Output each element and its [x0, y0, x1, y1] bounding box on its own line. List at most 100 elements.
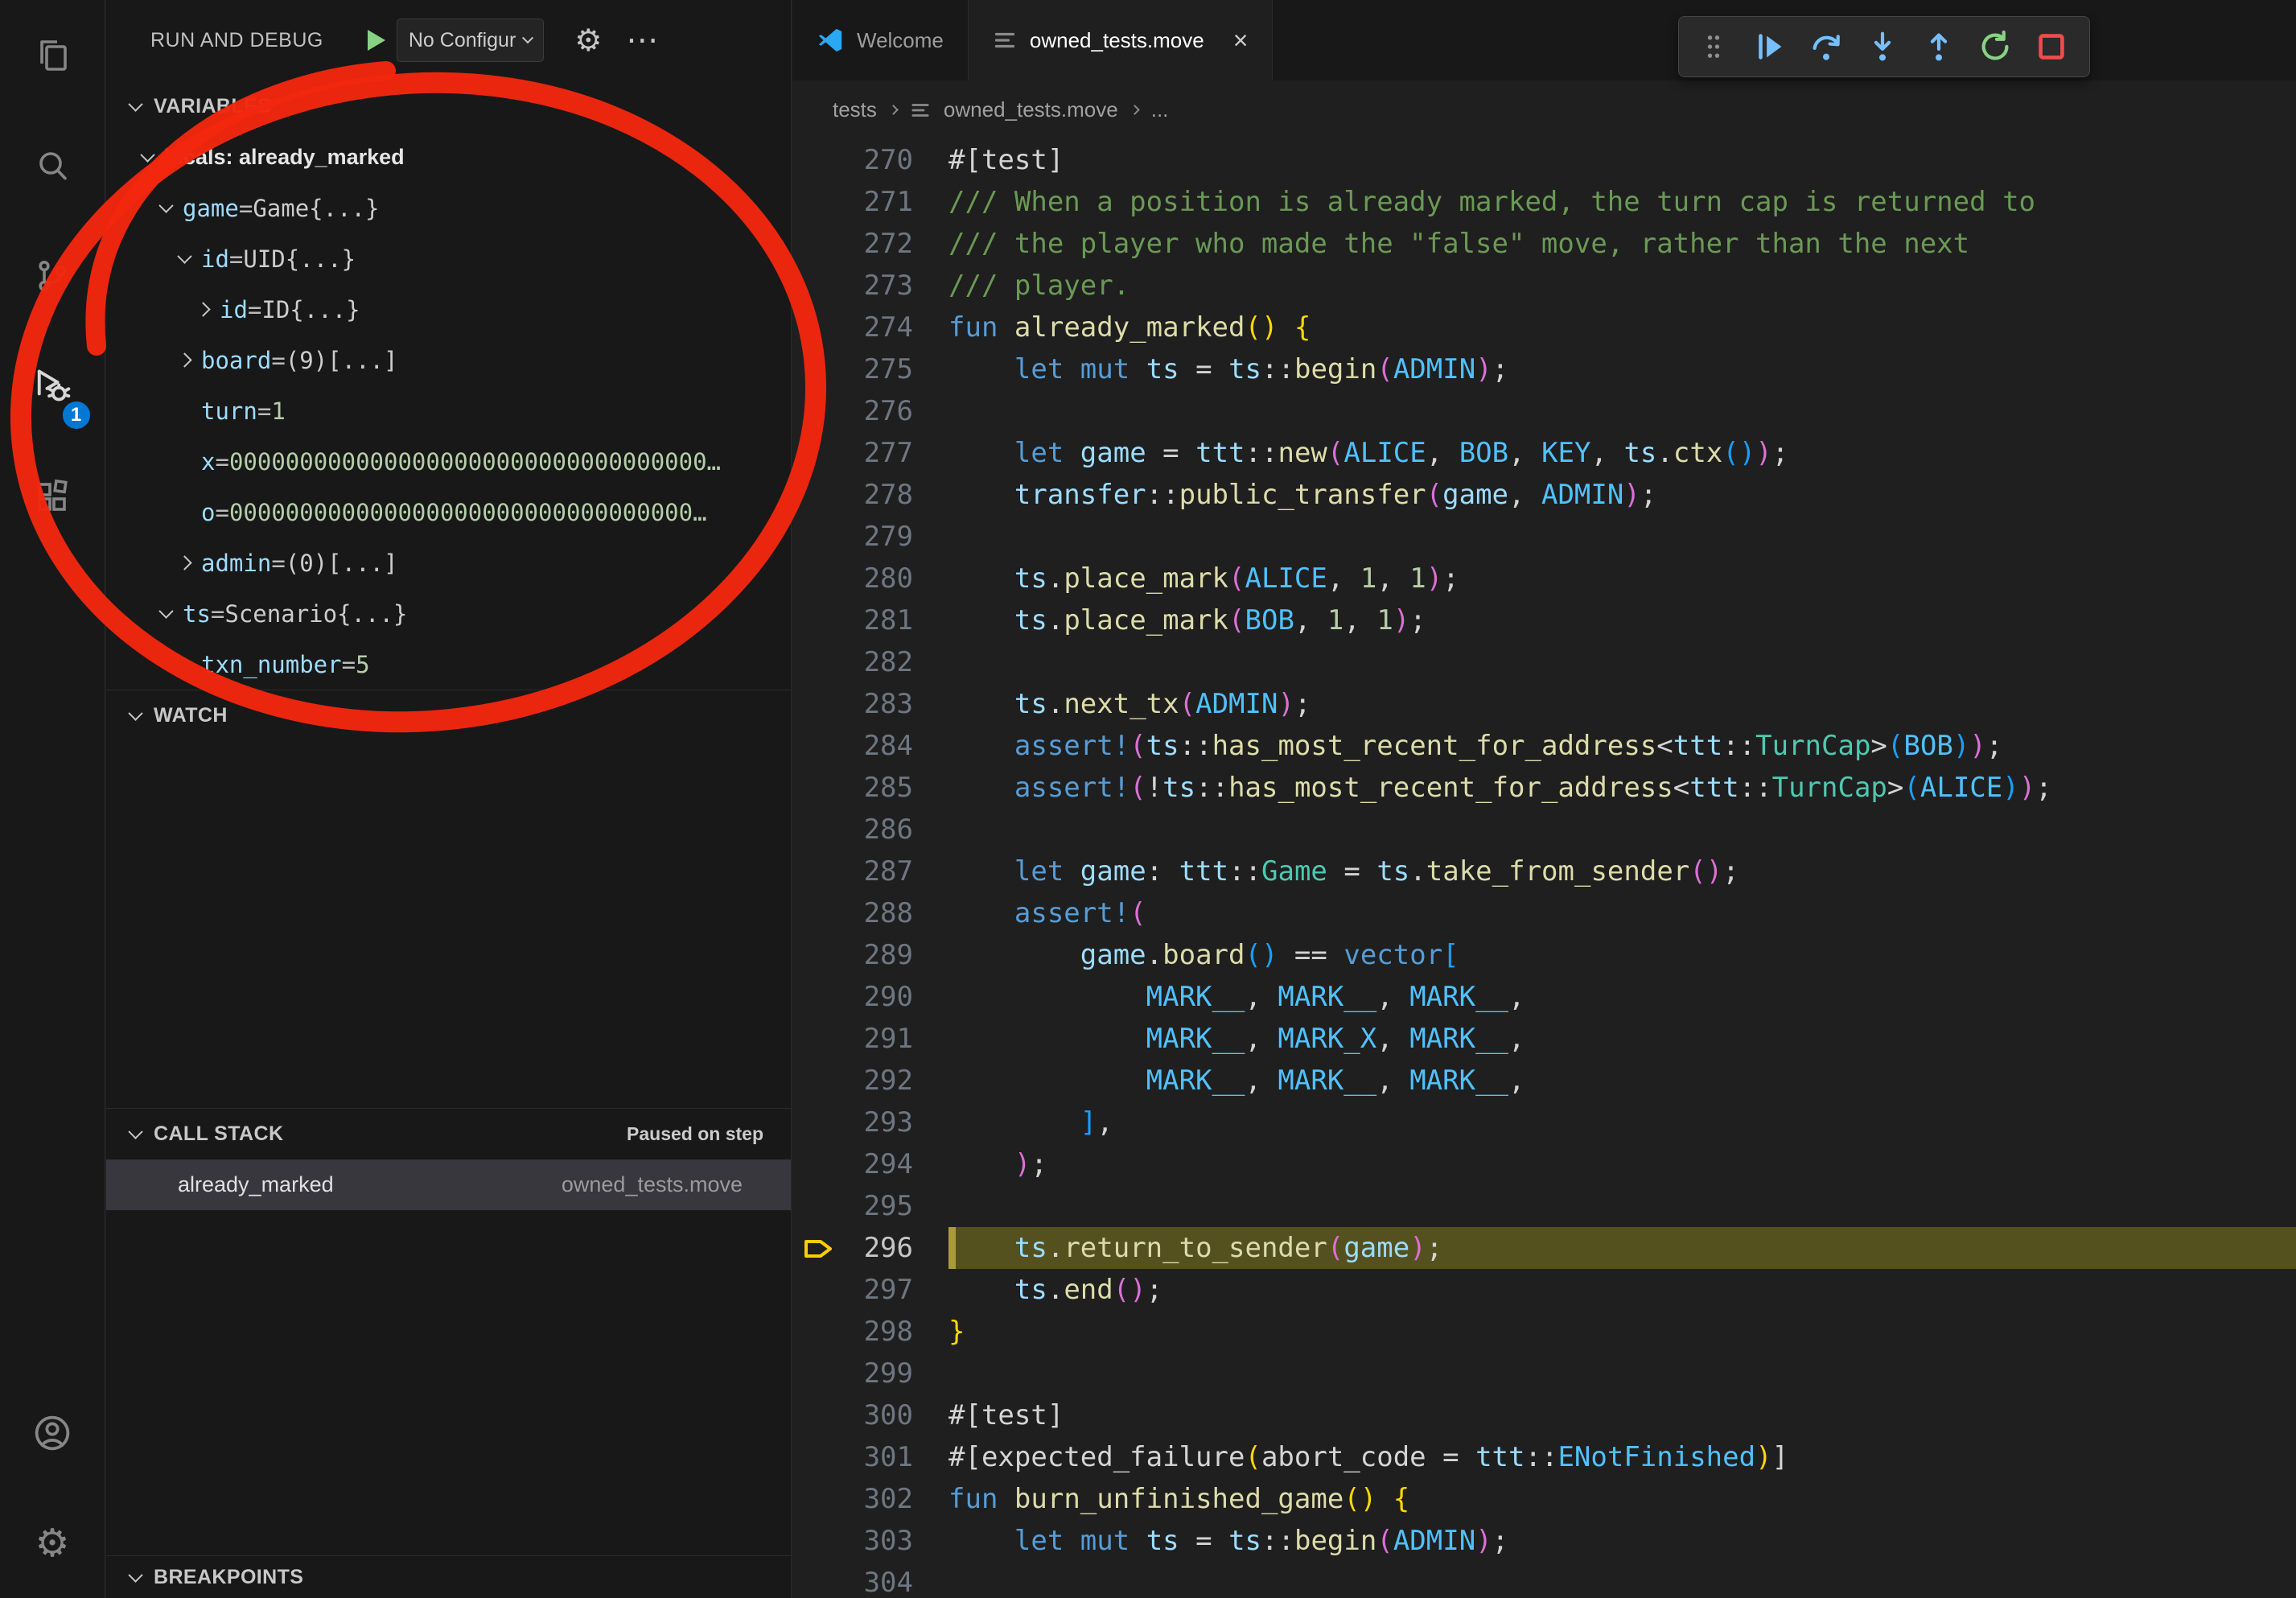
line-number[interactable]: 295 [792, 1185, 913, 1227]
code-line[interactable]: 288 assert!( [792, 892, 2296, 934]
code-line[interactable]: 300#[test] [792, 1394, 2296, 1436]
line-number[interactable]: 279 [792, 516, 913, 558]
variable-row[interactable]: txn_number = 5 [106, 639, 791, 690]
call-stack-frame[interactable]: already_marked owned_tests.move [106, 1159, 791, 1210]
chevron-down-icon[interactable] [140, 147, 154, 162]
chevron-down-icon[interactable] [158, 603, 173, 618]
line-number[interactable]: 273 [792, 265, 913, 307]
line-number[interactable]: 290 [792, 976, 913, 1018]
variable-row[interactable]: turn = 1 [106, 385, 791, 436]
breadcrumb-file[interactable]: owned_tests.move [944, 97, 1118, 122]
code-line[interactable]: 278 transfer::public_transfer(game, ADMI… [792, 474, 2296, 516]
close-icon[interactable]: × [1233, 27, 1249, 53]
variable-row[interactable]: admin = (0)[...] [106, 537, 791, 588]
code-line[interactable]: 294 ); [792, 1143, 2296, 1185]
line-number[interactable]: 272 [792, 223, 913, 265]
line-number[interactable]: 304 [792, 1562, 913, 1598]
line-number[interactable]: 287 [792, 850, 913, 892]
code-line[interactable]: 297 ts.end(); [792, 1269, 2296, 1311]
line-number[interactable]: 286 [792, 809, 913, 850]
code-line[interactable]: 283 ts.next_tx(ADMIN); [792, 683, 2296, 725]
chevron-right-icon[interactable] [195, 302, 210, 316]
line-number[interactable]: 271 [792, 181, 913, 223]
line-number[interactable]: 284 [792, 725, 913, 767]
line-number[interactable]: 302 [792, 1478, 913, 1520]
tab-owned-tests-move[interactable]: owned_tests.move × [969, 0, 1273, 80]
code-line[interactable]: 284 assert!(ts::has_most_recent_for_addr… [792, 725, 2296, 767]
code-line[interactable]: 299 [792, 1353, 2296, 1394]
tab-welcome[interactable]: Welcome [792, 0, 969, 80]
code-line[interactable]: 277 let game = ttt::new(ALICE, BOB, KEY,… [792, 432, 2296, 474]
code-line[interactable]: 302fun burn_unfinished_game() { [792, 1478, 2296, 1520]
line-number[interactable]: 281 [792, 599, 913, 641]
line-number[interactable]: 300 [792, 1394, 913, 1436]
more-actions-icon[interactable]: ⋯ [626, 32, 658, 48]
explorer-icon[interactable] [0, 0, 105, 110]
variable-row[interactable]: o = 000000000000000000000000000000000… [106, 487, 791, 537]
chevron-down-icon[interactable] [158, 198, 173, 212]
code-line[interactable]: 276 [792, 390, 2296, 432]
chevron-right-icon[interactable] [177, 352, 191, 367]
stop-button[interactable] [2023, 17, 2080, 76]
line-number[interactable]: 303 [792, 1520, 913, 1562]
code-line[interactable]: 286 [792, 809, 2296, 850]
code-line[interactable]: 290 MARK__, MARK__, MARK__, [792, 976, 2296, 1018]
line-number[interactable]: 297 [792, 1269, 913, 1311]
settings-gear-icon[interactable]: ⚙ [0, 1488, 105, 1598]
breadcrumb-more[interactable]: ... [1151, 97, 1169, 122]
line-number[interactable]: 292 [792, 1060, 913, 1102]
line-number[interactable]: 282 [792, 641, 913, 683]
code-line[interactable]: 298} [792, 1311, 2296, 1353]
breadcrumb-folder[interactable]: tests [833, 97, 877, 122]
drag-handle-icon[interactable] [1685, 17, 1742, 76]
breakpoints-section-header[interactable]: BREAKPOINTS [106, 1555, 791, 1598]
code-line[interactable]: 279 [792, 516, 2296, 558]
code-line[interactable]: 274fun already_marked() { [792, 307, 2296, 348]
chevron-down-icon[interactable] [177, 249, 191, 263]
line-number[interactable]: 280 [792, 558, 913, 599]
line-number[interactable]: 276 [792, 390, 913, 432]
line-number[interactable]: 277 [792, 432, 913, 474]
run-and-debug-icon[interactable]: 1 [0, 331, 105, 441]
code-line[interactable]: 295 [792, 1185, 2296, 1227]
code-line[interactable]: 296 ts.return_to_sender(game); [792, 1227, 2296, 1269]
variables-section-header[interactable]: VARIABLES [106, 80, 791, 132]
code-line[interactable]: 270#[test] [792, 139, 2296, 181]
code-line[interactable]: 275 let mut ts = ts::begin(ADMIN); [792, 348, 2296, 390]
line-number[interactable]: 275 [792, 348, 913, 390]
line-number[interactable]: 285 [792, 767, 913, 809]
line-number[interactable]: 270 [792, 139, 913, 181]
start-debugging-icon[interactable] [368, 30, 385, 51]
line-number[interactable]: 283 [792, 683, 913, 725]
gear-icon[interactable]: ⚙ [574, 25, 602, 56]
search-icon[interactable] [0, 110, 105, 220]
code-line[interactable]: 304 [792, 1562, 2296, 1598]
code-line[interactable]: 301#[expected_failure(abort_code = ttt::… [792, 1436, 2296, 1478]
code-editor[interactable]: 270#[test]271/// When a position is alre… [792, 139, 2296, 1598]
variable-row[interactable]: board = (9)[...] [106, 335, 791, 385]
line-number[interactable]: 289 [792, 934, 913, 976]
code-line[interactable]: 289 game.board() == vector[ [792, 934, 2296, 976]
line-number[interactable]: 301 [792, 1436, 913, 1478]
call-stack-section-header[interactable]: CALL STACK Paused on step [106, 1108, 791, 1159]
source-control-icon[interactable] [0, 220, 105, 331]
extensions-icon[interactable] [0, 441, 105, 551]
line-number[interactable]: 299 [792, 1353, 913, 1394]
code-line[interactable]: 293 ], [792, 1102, 2296, 1143]
step-over-button[interactable] [1798, 17, 1854, 76]
variable-row[interactable]: id = UID{...} [106, 233, 791, 284]
variable-row[interactable]: locals: already_marked [106, 132, 791, 183]
variable-row[interactable]: game = Game{...} [106, 183, 791, 233]
code-line[interactable]: 285 assert!(!ts::has_most_recent_for_add… [792, 767, 2296, 809]
line-number[interactable]: 291 [792, 1018, 913, 1060]
step-into-button[interactable] [1854, 17, 1911, 76]
debug-config-dropdown[interactable]: No Configur [397, 19, 544, 62]
continue-button[interactable] [1742, 17, 1798, 76]
code-line[interactable]: 272/// the player who made the "false" m… [792, 223, 2296, 265]
line-number[interactable]: 293 [792, 1102, 913, 1143]
line-number[interactable]: 298 [792, 1311, 913, 1353]
chevron-right-icon[interactable] [177, 555, 191, 570]
code-line[interactable]: 282 [792, 641, 2296, 683]
restart-button[interactable] [1967, 17, 2023, 76]
code-line[interactable]: 303 let mut ts = ts::begin(ADMIN); [792, 1520, 2296, 1562]
